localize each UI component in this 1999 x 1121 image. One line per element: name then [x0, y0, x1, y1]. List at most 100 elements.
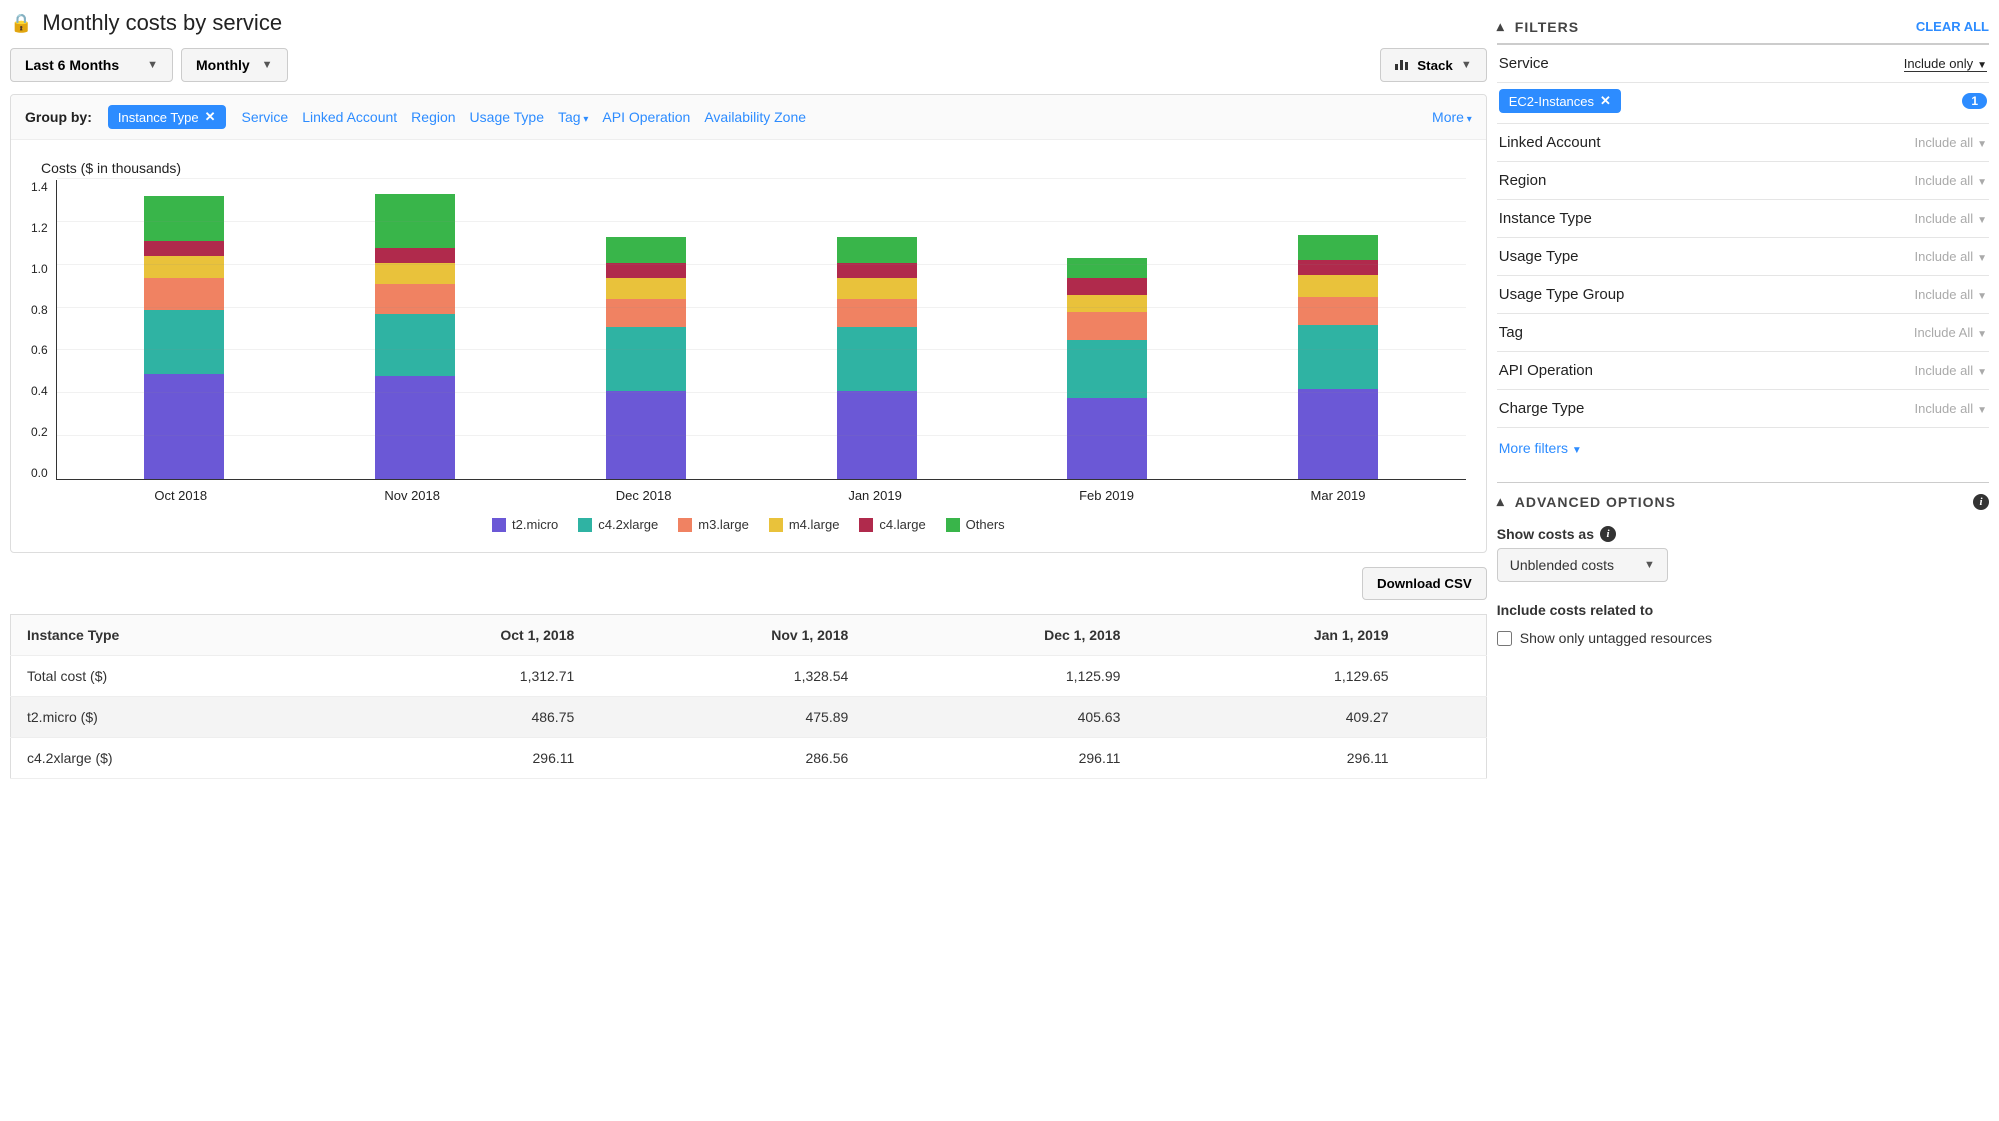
- bar-segment[interactable]: [375, 314, 455, 376]
- group-by-option[interactable]: Region: [411, 109, 455, 125]
- bar-segment[interactable]: [606, 278, 686, 299]
- filter-name: Instance Type: [1499, 210, 1592, 227]
- untagged-checkbox-row[interactable]: Show only untagged resources: [1497, 624, 1989, 652]
- cell-value: 296.11: [1136, 738, 1404, 779]
- bar-segment[interactable]: [606, 237, 686, 263]
- cell-value: 296.11: [324, 738, 590, 779]
- filter-row[interactable]: TagInclude All▼: [1497, 314, 1989, 352]
- bar-segment[interactable]: [1067, 278, 1147, 295]
- legend-item[interactable]: m3.large: [678, 517, 749, 532]
- filter-row[interactable]: Instance Type Include all▼: [1497, 200, 1989, 238]
- table-header[interactable]: Instance Type: [11, 615, 325, 656]
- info-icon[interactable]: i: [1973, 494, 1989, 510]
- table-header[interactable]: Jan 1, 2019: [1136, 615, 1404, 656]
- bar-segment[interactable]: [837, 278, 917, 299]
- bar-segment[interactable]: [606, 327, 686, 391]
- filter-name: Charge Type: [1499, 400, 1585, 417]
- timerange-select[interactable]: Last 6 Months ▼: [10, 48, 173, 82]
- filter-row[interactable]: Usage TypeInclude all▼: [1497, 238, 1989, 276]
- bar-segment[interactable]: [1067, 398, 1147, 479]
- filter-row[interactable]: ServiceInclude only▼: [1497, 45, 1989, 83]
- legend-item[interactable]: c4.large: [859, 517, 925, 532]
- filter-value[interactable]: Include all▼: [1915, 287, 1987, 302]
- filters-heading[interactable]: FILTERS: [1497, 18, 1579, 35]
- cost-type-select[interactable]: Unblended costs ▼: [1497, 548, 1668, 582]
- group-by-active-chip[interactable]: Instance Type ✕: [108, 105, 226, 129]
- bar-segment[interactable]: [144, 310, 224, 374]
- timerange-label: Last 6 Months: [25, 57, 119, 73]
- bar-column[interactable]: [1298, 235, 1378, 479]
- bar-column[interactable]: [837, 237, 917, 479]
- filter-row[interactable]: RegionInclude all▼: [1497, 162, 1989, 200]
- filter-value[interactable]: Include only▼: [1904, 56, 1987, 72]
- legend-item[interactable]: t2.micro: [492, 517, 558, 532]
- info-icon[interactable]: i: [1600, 526, 1616, 542]
- close-icon[interactable]: ✕: [1600, 93, 1611, 109]
- chart-type-button[interactable]: Stack ▼: [1380, 48, 1486, 82]
- bar-segment[interactable]: [837, 263, 917, 278]
- bar-segment[interactable]: [1298, 325, 1378, 389]
- group-by-option[interactable]: Usage Type: [470, 109, 544, 125]
- legend-item[interactable]: m4.large: [769, 517, 840, 532]
- filter-row[interactable]: Usage Type GroupInclude all▼: [1497, 276, 1989, 314]
- bar-column[interactable]: [606, 237, 686, 479]
- bar-segment[interactable]: [1298, 297, 1378, 325]
- group-by-option[interactable]: Service: [242, 109, 289, 125]
- legend-item[interactable]: Others: [946, 517, 1005, 532]
- bar-segment[interactable]: [144, 196, 224, 241]
- table-header[interactable]: Dec 1, 2018: [864, 615, 1136, 656]
- bar-segment[interactable]: [837, 237, 917, 263]
- filter-value[interactable]: Include all▼: [1915, 211, 1987, 226]
- table-header[interactable]: Nov 1, 2018: [590, 615, 864, 656]
- filter-value[interactable]: Include all▼: [1915, 401, 1987, 416]
- untagged-checkbox[interactable]: [1497, 631, 1512, 646]
- group-by-option[interactable]: Linked Account: [302, 109, 397, 125]
- group-by-more[interactable]: More: [1432, 109, 1472, 125]
- filter-value[interactable]: Include all▼: [1915, 173, 1987, 188]
- bar-segment[interactable]: [837, 327, 917, 391]
- filter-value[interactable]: Include all▼: [1915, 363, 1987, 378]
- bar-segment[interactable]: [1298, 389, 1378, 479]
- bar-segment[interactable]: [144, 374, 224, 479]
- clear-all-button[interactable]: CLEAR ALL: [1916, 19, 1989, 34]
- bar-segment[interactable]: [144, 241, 224, 256]
- x-tick: Feb 2019: [1067, 488, 1147, 503]
- group-by-option[interactable]: Tag: [558, 109, 588, 125]
- bar-segment[interactable]: [144, 278, 224, 310]
- filter-row[interactable]: Linked AccountInclude all▼: [1497, 124, 1989, 162]
- bar-segment[interactable]: [375, 284, 455, 314]
- bar-segment[interactable]: [606, 299, 686, 327]
- filter-row[interactable]: Charge Type Include all▼: [1497, 390, 1989, 428]
- filter-row[interactable]: API OperationInclude all▼: [1497, 352, 1989, 390]
- table-header[interactable]: Oct 1, 2018: [324, 615, 590, 656]
- bar-segment[interactable]: [1067, 312, 1147, 340]
- filter-value[interactable]: Include all▼: [1915, 135, 1987, 150]
- bar-segment[interactable]: [1067, 258, 1147, 277]
- bar-segment[interactable]: [1298, 235, 1378, 261]
- bar-segment[interactable]: [1067, 295, 1147, 312]
- group-by-option[interactable]: Availability Zone: [704, 109, 806, 125]
- more-filters-link[interactable]: More filters ▼: [1497, 428, 1989, 468]
- bar-column[interactable]: [144, 196, 224, 479]
- group-by-option[interactable]: API Operation: [602, 109, 690, 125]
- filter-chip[interactable]: EC2-Instances ✕: [1499, 89, 1621, 113]
- download-csv-button[interactable]: Download CSV: [1362, 567, 1487, 600]
- bar-segment[interactable]: [606, 263, 686, 278]
- legend-item[interactable]: c4.2xlarge: [578, 517, 658, 532]
- close-icon[interactable]: ✕: [205, 109, 216, 125]
- show-costs-label: Show costs as: [1497, 526, 1594, 542]
- bar-segment[interactable]: [375, 263, 455, 284]
- bar-segment[interactable]: [375, 248, 455, 263]
- bar-segment[interactable]: [837, 299, 917, 327]
- granularity-select[interactable]: Monthly ▼: [181, 48, 288, 82]
- bar-column[interactable]: [1067, 258, 1147, 479]
- bar-segment[interactable]: [144, 256, 224, 277]
- bar-segment[interactable]: [1298, 260, 1378, 275]
- bar-segment[interactable]: [1067, 340, 1147, 398]
- bar-segment[interactable]: [1298, 275, 1378, 296]
- filter-value[interactable]: Include All▼: [1914, 325, 1987, 340]
- filter-value[interactable]: Include all▼: [1915, 249, 1987, 264]
- bar-column[interactable]: [375, 194, 455, 479]
- y-tick: 1.0: [31, 262, 48, 276]
- advanced-heading[interactable]: ADVANCED OPTIONS: [1497, 493, 1676, 510]
